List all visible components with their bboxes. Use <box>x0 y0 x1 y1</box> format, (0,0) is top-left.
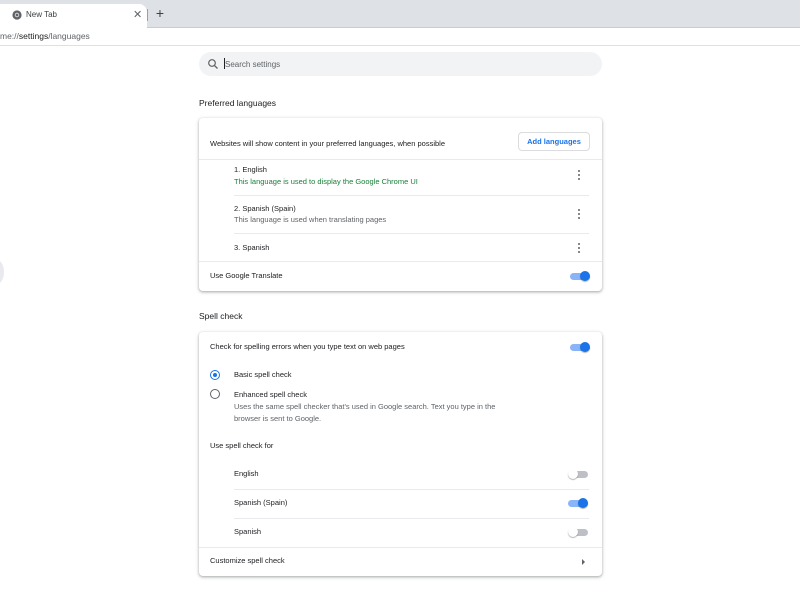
search-input[interactable] <box>225 57 585 71</box>
preferred-languages-card: Websites will show content in your prefe… <box>199 118 602 291</box>
language-item-name: 3. Spanish <box>234 243 270 252</box>
spell-language-label: Spanish <box>234 527 262 536</box>
use-google-translate-label: Use Google Translate <box>210 271 283 280</box>
close-icon[interactable]: ✕ <box>133 8 142 22</box>
sidebar-edge <box>0 260 4 284</box>
more-actions-icon[interactable] <box>575 243 583 255</box>
divider <box>234 489 589 490</box>
tab-strip: New Tab ✕ + <box>0 0 800 28</box>
more-actions-icon[interactable] <box>575 170 583 182</box>
language-item-name: 1. English <box>234 165 267 174</box>
enhanced-spell-check-description: Uses the same spell checker that's used … <box>234 402 496 411</box>
divider <box>199 159 602 160</box>
new-tab-button[interactable]: + <box>152 4 168 22</box>
divider <box>234 195 589 196</box>
more-actions-icon[interactable] <box>575 209 583 221</box>
search-box[interactable] <box>199 52 602 76</box>
address-bar[interactable]: me://settings/languages <box>0 28 800 46</box>
basic-spell-check-label: Basic spell check <box>234 370 292 379</box>
google-translate-toggle[interactable] <box>570 271 590 281</box>
spell-language-toggle[interactable] <box>568 498 588 508</box>
spell-language-label: English <box>234 469 259 478</box>
spell-check-heading: Spell check <box>199 311 243 321</box>
spell-language-toggle[interactable] <box>568 469 588 479</box>
tab-separator <box>147 9 148 21</box>
customize-spell-check-label[interactable]: Customize spell check <box>210 556 285 565</box>
url-path: settings <box>18 31 49 41</box>
enhanced-spell-check-label: Enhanced spell check <box>234 390 307 399</box>
url-rest: /languages <box>48 31 90 41</box>
spell-language-label: Spanish (Spain) <box>234 498 288 507</box>
chrome-icon <box>12 10 22 20</box>
divider <box>234 233 589 234</box>
chevron-right-icon[interactable] <box>582 559 585 565</box>
add-languages-button[interactable]: Add languages <box>518 132 590 151</box>
spell-language-toggle[interactable] <box>568 527 588 537</box>
preferred-languages-heading: Preferred languages <box>199 98 277 108</box>
divider <box>234 518 589 519</box>
spell-check-card: Check for spelling errors when you type … <box>199 332 602 576</box>
language-item-note: This language is used when translating p… <box>234 215 387 224</box>
language-item-name: 2. Spanish (Spain) <box>234 204 296 213</box>
search-icon <box>208 59 218 69</box>
use-spell-check-for-label: Use spell check for <box>210 441 274 450</box>
basic-spell-check-radio[interactable] <box>210 370 220 380</box>
tab-title: New Tab <box>26 10 57 19</box>
url-scheme: me:// <box>0 31 19 41</box>
url-text[interactable]: me://settings/languages <box>0 31 90 41</box>
spell-check-main-label: Check for spelling errors when you type … <box>210 342 405 351</box>
divider <box>199 547 602 548</box>
language-item-note: This language is used to display the Goo… <box>234 177 418 186</box>
spell-check-toggle[interactable] <box>570 342 590 352</box>
divider <box>199 261 602 262</box>
preferred-languages-description: Websites will show content in your prefe… <box>210 139 445 148</box>
enhanced-spell-check-description: browser is sent to Google. <box>234 414 322 423</box>
enhanced-spell-check-radio[interactable] <box>210 389 220 399</box>
browser-tab[interactable]: New Tab ✕ <box>0 4 147 28</box>
